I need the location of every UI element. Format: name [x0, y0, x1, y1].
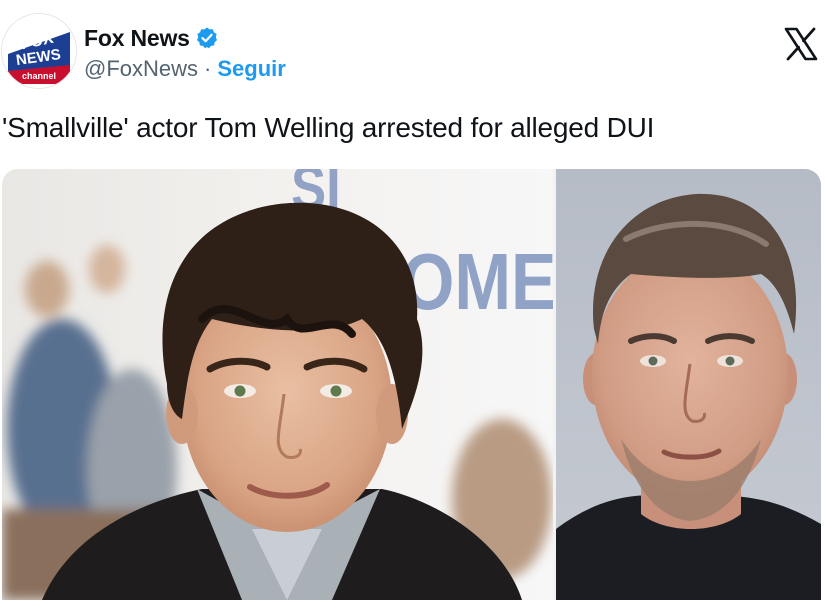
photo-actor-young[interactable]: SI OMEI [2, 169, 553, 600]
photo-actor-mugshot[interactable] [556, 169, 821, 600]
separator-dot: · [204, 56, 212, 81]
avatar[interactable]: FOX NEWS channel [2, 14, 76, 88]
tweet-header: FOX NEWS channel Fox News @FoxNews · Seg… [0, 12, 825, 92]
tweet-card: FOX NEWS channel Fox News @FoxNews · Seg… [0, 0, 825, 600]
logo-text-bottom: channel [22, 71, 56, 81]
tweet-media[interactable]: SI OMEI [2, 169, 821, 600]
x-logo-icon[interactable] [783, 26, 819, 62]
follow-button[interactable]: Seguir [217, 56, 285, 82]
backdrop-lettering-bottom: OMEI [402, 237, 554, 326]
handle-row: @FoxNews · Seguir [84, 56, 286, 82]
name-row: Fox News [84, 24, 286, 52]
handle[interactable]: @FoxNews [84, 56, 198, 82]
tweet-text: 'Smallville' actor Tom Welling arrested … [2, 112, 655, 143]
account-names: Fox News @FoxNews · Seguir [84, 24, 286, 82]
fox-news-logo: FOX NEWS channel [2, 14, 76, 88]
display-name[interactable]: Fox News [84, 25, 190, 52]
verified-badge-icon [195, 26, 219, 50]
